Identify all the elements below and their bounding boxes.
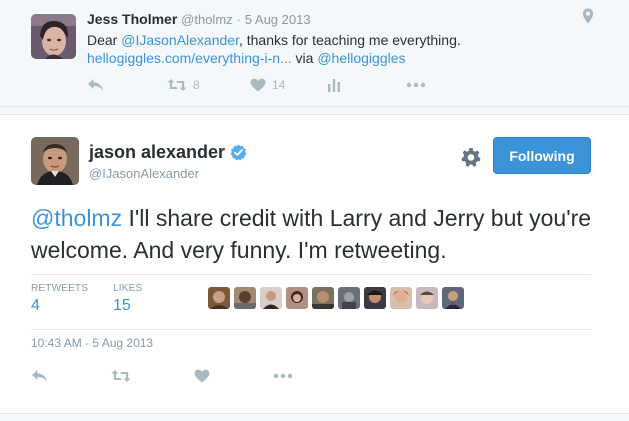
liker-avatars	[208, 287, 464, 309]
parent-url-link[interactable]: hellogiggles.com/everything-i-n...	[87, 50, 292, 66]
heart-icon	[250, 78, 266, 92]
parent-tweet-time[interactable]: 5 Aug 2013	[245, 12, 311, 27]
verified-badge-icon	[230, 144, 247, 161]
parent-text-after: , thanks for teaching me everything.	[238, 32, 461, 48]
parent-more-button[interactable]	[406, 77, 426, 93]
parent-analytics-button[interactable]	[327, 77, 341, 93]
main-tweet-actions	[31, 368, 331, 384]
liker-avatar[interactable]	[208, 287, 230, 309]
liker-avatar[interactable]	[312, 287, 334, 309]
parent-via-mention[interactable]: @hellogiggles	[317, 50, 405, 66]
likes-stat[interactable]: LIKES 15	[113, 283, 142, 315]
parent-like-button[interactable]: 14	[250, 77, 285, 93]
main-reply-button[interactable]	[31, 368, 48, 384]
retweets-stat[interactable]: RETWEETS 4	[31, 283, 88, 315]
parent-retweet-count: 8	[193, 78, 200, 92]
retweets-value[interactable]: 4	[31, 297, 88, 315]
more-icon	[273, 373, 293, 379]
main-author-name-text[interactable]: jason alexander	[89, 142, 225, 163]
main-like-button[interactable]	[194, 368, 210, 384]
parent-reply-button[interactable]	[87, 77, 104, 93]
heart-icon	[194, 369, 210, 383]
liker-avatar[interactable]	[260, 287, 282, 309]
separator-dot: ·	[236, 12, 241, 27]
liker-avatar[interactable]	[234, 287, 256, 309]
retweet-icon	[167, 78, 187, 92]
main-tweet-timestamp[interactable]: 10:43 AM - 5 Aug 2013	[31, 336, 153, 350]
liker-avatar[interactable]	[364, 287, 386, 309]
parent-tweet-actions: 8 14	[87, 77, 447, 93]
parent-retweet-button[interactable]: 8	[167, 77, 200, 93]
main-tweet: jason alexander @IJasonAlexander Followi…	[0, 114, 629, 414]
parent-author-name[interactable]: Jess Tholmer	[87, 11, 177, 27]
main-tweet-text: @tholmz I'll share credit with Larry and…	[31, 202, 601, 266]
analytics-icon	[327, 78, 341, 92]
main-mention-link[interactable]: @tholmz	[31, 205, 122, 231]
retweets-label: RETWEETS	[31, 283, 89, 294]
location-pin-icon[interactable]	[582, 8, 594, 24]
liker-avatar[interactable]	[286, 287, 308, 309]
tweet-stats: RETWEETS 4 LIKES 15	[31, 274, 591, 330]
likes-label: LIKES	[113, 283, 143, 294]
main-author-name[interactable]: jason alexander	[89, 142, 247, 163]
liker-avatar[interactable]	[338, 287, 360, 309]
jason-alexander-avatar[interactable]	[31, 137, 79, 185]
parent-text-before: Dear	[87, 32, 122, 48]
gear-icon[interactable]	[461, 147, 481, 167]
jess-tholmer-avatar[interactable]	[31, 14, 76, 59]
parent-tweet[interactable]: Jess Tholmer @tholmz · 5 Aug 2013 Dear @…	[0, 0, 629, 107]
parent-mention-link[interactable]: @IJasonAlexander	[121, 32, 239, 48]
parent-author-handle[interactable]: @tholmz	[181, 12, 233, 27]
liker-avatar[interactable]	[442, 287, 464, 309]
reply-icon	[31, 369, 48, 383]
liker-avatar[interactable]	[416, 287, 438, 309]
parent-via-text: via	[291, 50, 318, 66]
retweet-icon	[111, 369, 131, 383]
liker-avatar[interactable]	[390, 287, 412, 309]
parent-tweet-text: Dear @IJasonAlexander, thanks for teachi…	[87, 31, 461, 67]
main-more-button[interactable]	[273, 368, 293, 384]
following-button[interactable]: Following	[493, 137, 591, 174]
main-retweet-button[interactable]	[111, 368, 131, 384]
parent-tweet-header: Jess Tholmer @tholmz · 5 Aug 2013	[87, 11, 311, 27]
reply-icon	[87, 78, 104, 92]
more-icon	[406, 82, 426, 88]
parent-like-count: 14	[272, 78, 286, 92]
main-author-handle[interactable]: @IJasonAlexander	[89, 166, 199, 181]
likes-value[interactable]: 15	[113, 297, 142, 315]
